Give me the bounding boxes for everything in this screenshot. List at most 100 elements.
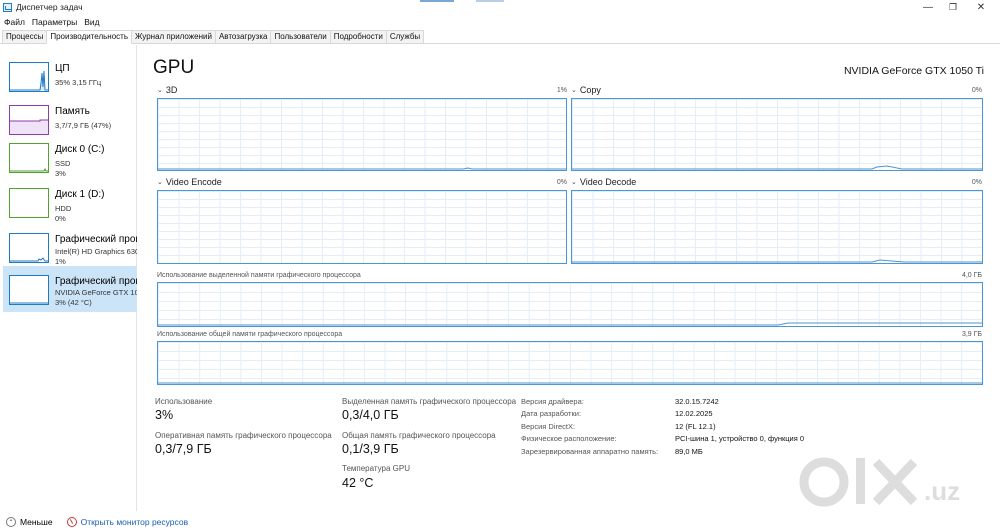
driver-version-value: 32.0.15.7242: [675, 397, 719, 406]
gpu-memory-value: 0,3/7,9 ГБ: [155, 442, 212, 456]
dedicated-memory-value: 0,3/4,0 ГБ: [342, 408, 399, 422]
chevron-down-icon: ⌄: [157, 179, 163, 186]
gpu0-thumbnail-line: [10, 257, 48, 262]
reserved-memory-key: Зарезервированная аппаратно память:: [521, 447, 659, 456]
dedicated-memory-max: 4,0 ГБ: [961, 272, 982, 279]
tab-strip: Процессы Производительность Журнал прило…: [0, 30, 1000, 44]
sidebar-item-sub: 35% 3,15 ГГц: [55, 78, 102, 87]
graph-copy-percent: 0%: [971, 87, 982, 94]
menu-view[interactable]: Вид: [84, 17, 99, 27]
chevron-down-icon: ⌄: [157, 87, 163, 94]
graph-copy-label: Copy: [579, 85, 601, 95]
olx-watermark-logo: .uz: [799, 457, 960, 507]
task-manager-icon: [3, 2, 12, 12]
cpu-thumbnail-graph: [9, 62, 49, 92]
sidebar-item-sub2: 3%: [55, 169, 66, 178]
sidebar-item-sub: NVIDIA GeForce GTX 1050 Ti: [55, 288, 137, 297]
graph-encode-selector[interactable]: ⌄ Video Encode: [157, 177, 222, 187]
physical-location-value: PCI-шина 1, устройство 0, функция 0: [675, 434, 805, 443]
shared-memory-line: [158, 382, 982, 384]
page-title: GPU: [153, 57, 195, 78]
sidebar-item-disk0[interactable]: Диск 0 (C:) SSD 3%: [3, 134, 137, 180]
sidebar-item-disk1[interactable]: Диск 1 (D:) HDD 0%: [3, 179, 137, 225]
tab-app-history[interactable]: Журнал приложений: [131, 30, 216, 43]
graph-copy: [571, 98, 983, 171]
graph-encode-percent: 0%: [556, 179, 567, 186]
open-resource-monitor-link[interactable]: Открыть монитор ресурсов: [81, 517, 189, 527]
gpu-temperature-value: 42 °C: [342, 476, 374, 490]
sidebar-item-gpu1[interactable]: Графический процессор 1 NVIDIA GeForce G…: [3, 266, 137, 312]
sidebar-item-title: Графический процессор 1: [55, 276, 137, 287]
sidebar-item-sub: 3,7/7,9 ГБ (47%): [55, 121, 112, 130]
dedicated-memory-label: Выделенная память графического процессор…: [342, 397, 517, 406]
sidebar-item-title: Диск 0 (C:): [55, 144, 105, 155]
sidebar-item-sub2: 1%: [55, 257, 66, 266]
graph-copy-line: [572, 165, 982, 170]
shared-memory-label: Общая память графического процессора: [342, 431, 496, 440]
tab-performance[interactable]: Производительность: [46, 30, 132, 44]
sidebar-item-sub2: 0%: [55, 214, 66, 223]
sidebar-item-title: Диск 1 (D:): [55, 189, 105, 200]
gpu-temperature-label: Температура GPU: [342, 464, 411, 473]
title-accent-secondary: [476, 0, 504, 2]
sidebar-item-sub: HDD: [55, 204, 72, 213]
tab-details[interactable]: Подробности: [329, 30, 387, 43]
svg-text:.uz: .uz: [924, 476, 960, 506]
sidebar-item-cpu[interactable]: ЦП 35% 3,15 ГГц: [3, 53, 137, 99]
graph-3d: [157, 98, 567, 171]
gpu-memory-label: Оперативная память графического процессо…: [155, 431, 332, 440]
usage-label: Использование: [155, 397, 213, 406]
gpu-model-name: NVIDIA GeForce GTX 1050 Ti: [843, 65, 984, 77]
chevron-down-icon: ⌄: [571, 87, 577, 94]
menu-file[interactable]: Файл: [4, 17, 25, 27]
graph-decode-selector[interactable]: ⌄ Video Decode: [571, 177, 636, 187]
sidebar-item-title: Память: [55, 106, 90, 117]
graph-video-decode: [571, 190, 983, 264]
gpu1-thumbnail-graph: [9, 275, 49, 305]
minimize-icon: —: [923, 1, 933, 13]
dedicated-memory-graph-label: Использование выделенной памяти графичес…: [157, 272, 361, 279]
sidebar-item-sub: SSD: [55, 159, 71, 168]
graph-copy-selector[interactable]: ⌄ Copy: [571, 85, 601, 95]
memory-thumbnail-fill: [10, 119, 48, 134]
tab-startup[interactable]: Автозагрузка: [214, 30, 272, 43]
sidebar: ЦП 35% 3,15 ГГц Память 3,7/7,9 ГБ (47%) …: [0, 45, 137, 511]
graph-3d-selector[interactable]: ⌄ 3D: [157, 85, 177, 95]
gpu1-thumbnail-line: [10, 302, 48, 304]
shared-memory-value: 0,1/3,9 ГБ: [342, 442, 399, 456]
graph-3d-line: [158, 167, 566, 170]
graph-dedicated-memory: [157, 282, 983, 327]
shared-memory-max: 3,9 ГБ: [961, 331, 982, 338]
sidebar-item-title: Графический процессор 0: [55, 234, 137, 245]
graph-decode-line: [572, 259, 982, 263]
close-button[interactable]: ✕: [963, 0, 999, 14]
graph-shared-memory: [157, 341, 983, 385]
reserved-memory-value: 89,0 МБ: [675, 447, 703, 456]
chevron-up-icon[interactable]: ⌃: [6, 517, 16, 527]
menu-options[interactable]: Параметры: [32, 17, 77, 27]
driver-date-value: 12.02.2025: [675, 409, 713, 418]
dedicated-memory-line: [158, 322, 982, 326]
tab-services[interactable]: Службы: [385, 30, 425, 43]
tab-processes[interactable]: Процессы: [2, 30, 48, 43]
disk0-thumbnail-line: [10, 167, 48, 172]
sidebar-item-title: ЦП: [55, 63, 70, 74]
cpu-thumbnail-line: [10, 70, 48, 91]
graph-decode-label: Video Decode: [579, 177, 637, 187]
footer: ⌃ Меньше Открыть монитор ресурсов: [0, 513, 1000, 531]
sidebar-item-gpu0[interactable]: Графический процессор 0 Intel(R) HD Grap…: [3, 224, 137, 270]
restore-icon: ❐: [948, 1, 958, 12]
graph-video-encode: [157, 190, 567, 264]
memory-thumbnail-graph: [9, 105, 49, 135]
title-accent: [420, 0, 454, 2]
physical-location-key: Физическое расположение:: [521, 434, 617, 443]
close-icon: ✕: [976, 1, 986, 13]
driver-version-key: Версия драйвера:: [521, 397, 584, 406]
sidebar-item-sub: Intel(R) HD Graphics 630: [55, 247, 137, 256]
fewer-details-link[interactable]: Меньше: [20, 517, 53, 527]
chevron-down-icon: ⌄: [571, 179, 577, 186]
gpu0-thumbnail-graph: [9, 233, 49, 263]
graph-encode-label: Video Encode: [165, 177, 222, 187]
directx-version-value: 12 (FL 12.1): [675, 422, 716, 431]
tab-users[interactable]: Пользователи: [270, 30, 331, 43]
